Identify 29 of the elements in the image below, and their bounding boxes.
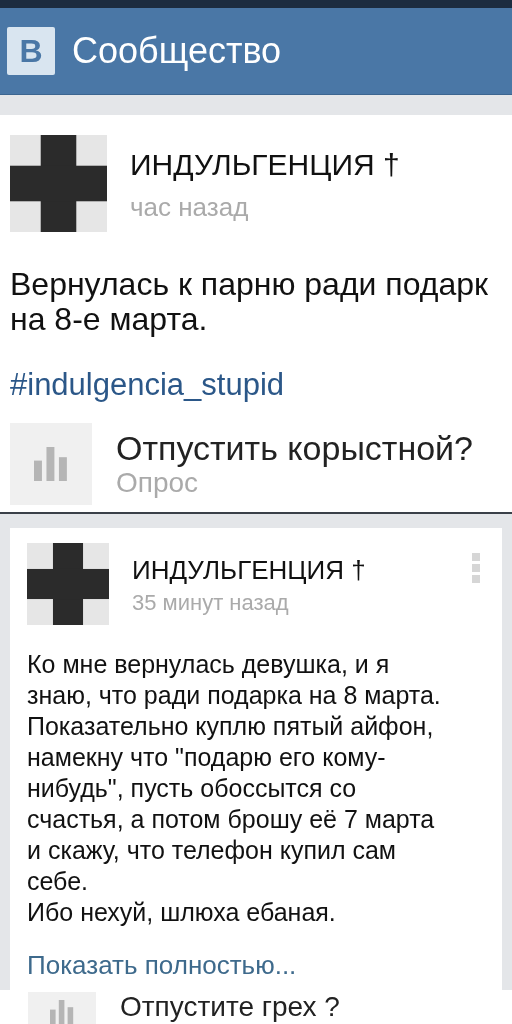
poll-question: Отпустить корыстной? — [116, 429, 474, 467]
post-text: знаю, что ради подарка на 8 марта. — [27, 680, 441, 711]
author-name[interactable]: ИНДУЛЬГЕНЦИЯ † — [132, 543, 472, 585]
poll-question: Отпустите грех ? — [120, 992, 340, 1022]
page-title: Сообщество — [72, 30, 282, 72]
post-time: час назад — [130, 192, 250, 222]
avatar-icon — [10, 135, 107, 232]
post-text: нибудь", пусть обоссытся со — [27, 773, 357, 804]
hashtag-link[interactable]: #indulgencia_stupid — [10, 367, 285, 403]
show-more-link[interactable]: Показать полностью... — [27, 950, 297, 980]
chart-icon — [50, 1000, 74, 1024]
post-text: Вернулась к парню ради подарк — [10, 267, 489, 302]
poll-label: Опрос — [116, 467, 200, 499]
poll-attachment[interactable]: Отпустить корыстной? Опрос — [10, 423, 512, 505]
author-name[interactable]: ИНДУЛЬГЕНЦИЯ † — [130, 135, 512, 182]
post-text: Ко мне вернулась девушка, и я — [27, 649, 390, 680]
post-text: и скажу, что телефон купил сам — [27, 835, 397, 866]
post-text: счастья, а потом брошу её 7 марта — [27, 804, 435, 835]
poll-attachment[interactable]: Отпустите грех ? — [0, 990, 512, 1024]
logo-icon: B — [7, 27, 55, 75]
post-text: Показательно куплю пятый айфон, — [27, 711, 434, 742]
chart-icon — [34, 447, 68, 481]
more-icon[interactable] — [472, 553, 480, 583]
post-time: 35 минут назад — [132, 590, 290, 616]
post-text: намекну что "подарю его кому- — [27, 742, 386, 773]
post-text: на 8-е марта. — [10, 302, 208, 337]
post-text: Ибо нехуй, шлюха ебаная. — [27, 897, 336, 928]
avatar-icon — [27, 543, 109, 625]
post-text: себе. — [27, 866, 88, 897]
